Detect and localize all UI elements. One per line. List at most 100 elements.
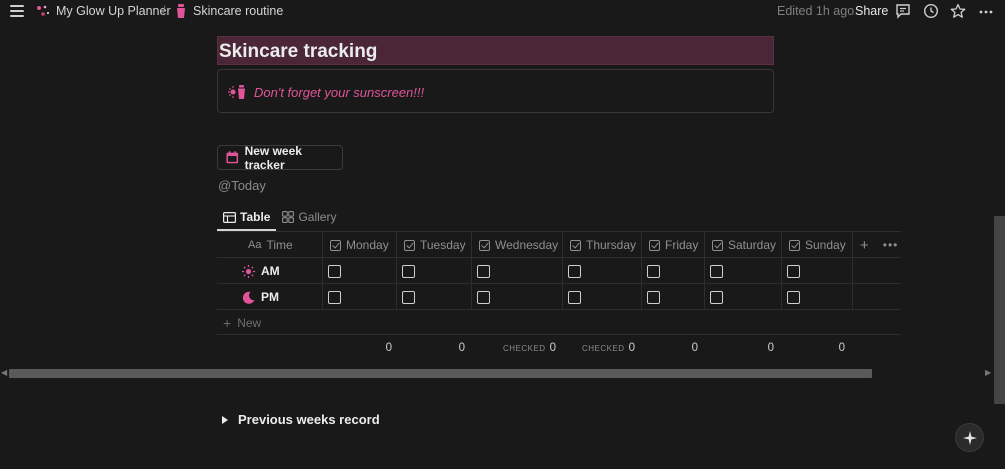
column-header-label: Time [266,238,293,252]
breadcrumb-item-planner[interactable]: My Glow Up Planner [36,4,171,18]
checkbox-cell [704,284,781,310]
column-header-sunday[interactable]: Sunday [781,232,852,258]
star-icon[interactable] [950,3,966,19]
checkbox[interactable] [647,290,660,304]
empty-cell [852,284,901,310]
calculation-cell[interactable]: CHECKED 0 [562,335,635,361]
table-header-row: Aa Time Monday Tuesday Wednesday Thursda… [217,231,901,258]
sun-lotion-icon [228,85,245,99]
tab-table[interactable]: Table [217,205,277,231]
column-header-friday[interactable]: Friday [641,232,704,258]
column-header-tuesday[interactable]: Tuesday [396,232,471,258]
calculation-cell[interactable]: CHECKED 0 [471,335,556,361]
sparkles-icon [37,5,49,16]
checkbox-property-icon [479,239,490,251]
column-header-monday[interactable]: Monday [322,232,396,258]
checkbox-cell [396,258,471,284]
checkbox[interactable] [710,264,723,278]
checkbox[interactable] [402,264,415,278]
empty-cell [852,258,901,284]
row-title-label: AM [261,264,280,278]
breadcrumb-label: Skincare routine [193,4,284,18]
checkbox[interactable] [402,290,415,304]
calc-value: 0 [767,342,774,354]
row-title-am[interactable]: AM [217,258,322,284]
share-button[interactable]: Share [855,4,888,18]
breadcrumb-label: My Glow Up Planner [56,4,171,18]
more-icon[interactable] [978,3,994,19]
scroll-right-arrow-icon[interactable]: ▶ [985,368,991,377]
text-property-icon: Aa [248,239,262,251]
lotion-bottle-icon [177,4,185,18]
calc-label: CHECKED [581,343,625,353]
checkbox[interactable] [787,264,800,278]
calc-value: 0 [458,342,465,354]
checkbox[interactable] [328,290,341,304]
calendar-icon [226,151,239,164]
checkbox[interactable] [710,290,723,304]
checkbox-property-icon [712,239,723,251]
column-header-time[interactable]: Aa Time [217,232,322,258]
new-week-tracker-button[interactable]: New week tracker [217,144,343,172]
page-title[interactable]: Skincare tracking [218,37,773,63]
row-title-pm[interactable]: PM [217,284,322,310]
calc-value: 0 [838,342,845,354]
toggle-label: Previous weeks record [238,412,380,427]
column-header-label: Tuesday [420,238,466,252]
previous-weeks-toggle[interactable]: Previous weeks record [222,412,380,427]
table-row: PM [217,283,901,310]
plus-icon: + [223,315,232,331]
checkbox[interactable] [787,290,800,304]
add-new-row-button[interactable]: + New [217,310,417,336]
calculation-cell[interactable]: 0 [641,335,698,361]
column-header-label: Sunday [805,238,846,252]
checkbox[interactable] [568,290,581,304]
calc-value: 0 [691,342,698,354]
gallery-icon [282,211,295,223]
calc-value: 0 [549,342,556,354]
menu-icon[interactable] [10,5,24,17]
table-row: AM [217,257,901,284]
column-header-saturday[interactable]: Saturday [704,232,781,258]
breadcrumb-item-skincare[interactable]: Skincare routine [175,4,283,18]
more-icon[interactable]: ••• [883,238,899,252]
column-header-thursday[interactable]: Thursday [562,232,641,258]
calc-value: 0 [385,342,392,354]
tab-label: Gallery [298,210,337,224]
checkbox[interactable] [328,264,341,278]
scroll-left-arrow-icon[interactable]: ◀ [1,368,7,377]
row-title-label: PM [261,290,279,304]
toggle-triangle-icon[interactable] [222,415,228,424]
checkbox-cell [396,284,471,310]
sparkle-icon [962,430,977,445]
add-column-icon[interactable]: + [860,237,869,254]
tab-gallery[interactable]: Gallery [276,205,342,229]
callout-text[interactable]: Don't forget your sunscreen!!! [254,85,424,100]
calculation-cell[interactable]: 0 [781,335,845,361]
checkbox-property-icon [404,239,415,251]
checkbox[interactable] [477,264,490,278]
checkbox[interactable] [568,264,581,278]
ai-assistant-button[interactable] [955,423,984,452]
checkbox-cell [781,284,852,310]
calculation-cell[interactable]: 0 [704,335,774,361]
page-title-block: Skincare tracking [217,36,774,65]
checkbox-property-icon [649,239,660,251]
comments-icon[interactable] [895,3,911,19]
clock-icon[interactable] [923,3,939,19]
vertical-scrollbar-thumb[interactable] [994,216,1005,404]
add-new-label: New [237,316,262,330]
checkbox[interactable] [647,264,660,278]
edited-timestamp: Edited 1h ago [777,4,855,18]
horizontal-scrollbar-thumb[interactable] [9,369,872,378]
horizontal-scrollbar[interactable]: ◀ ▶ [0,367,993,381]
checkbox[interactable] [477,290,490,304]
today-mention[interactable]: @Today [218,178,266,193]
checkbox-property-icon [570,239,581,251]
calculation-cell[interactable]: 0 [396,335,465,361]
calc-label: CHECKED [502,343,546,353]
checkbox-cell [641,258,704,284]
calculation-row: 0 0 CHECKED 0 CHECKED 0 0 0 0 [217,335,901,361]
column-header-wednesday[interactable]: Wednesday [471,232,562,258]
calculation-cell[interactable]: 0 [322,335,392,361]
